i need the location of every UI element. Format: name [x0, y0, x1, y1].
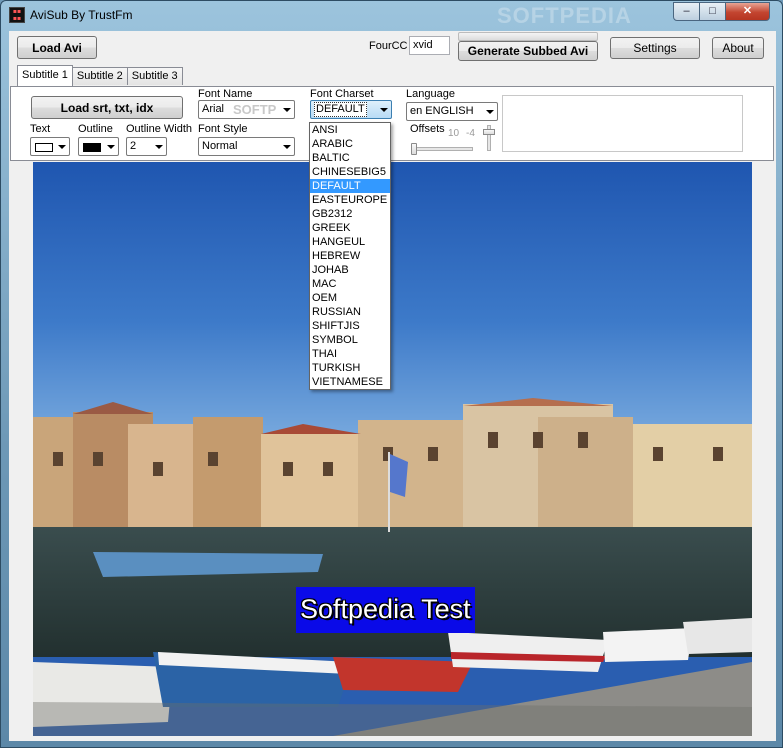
charset-option[interactable]: THAI	[310, 347, 390, 361]
chevron-down-icon	[486, 110, 494, 114]
chevron-down-icon	[107, 145, 115, 149]
charset-option[interactable]: VIETNAMESE	[310, 375, 390, 389]
offsets-label: Offsets	[410, 123, 445, 135]
charset-option[interactable]: GB2312	[310, 207, 390, 221]
window-title: AviSub By TrustFm	[30, 8, 133, 22]
window-controls: – □ ✕	[673, 2, 770, 21]
font-name-watermark: SOFTP	[233, 102, 277, 117]
charset-option[interactable]: HEBREW	[310, 249, 390, 263]
chevron-down-icon	[155, 145, 163, 149]
charset-option[interactable]: EASTEUROPE	[310, 193, 390, 207]
charset-option[interactable]: DEFAULT	[310, 179, 390, 193]
subtitle-tabs: Subtitle 1 Subtitle 2 Subtitle 3	[17, 65, 183, 87]
charset-option[interactable]: RUSSIAN	[310, 305, 390, 319]
charset-option[interactable]: HANGEUL	[310, 235, 390, 249]
minimize-icon: –	[683, 5, 690, 17]
charset-option[interactable]: CHINESEBIG5	[310, 165, 390, 179]
font-charset-value: DEFAULT	[314, 102, 367, 117]
subtitle-overlay-text: Softpedia Test	[296, 587, 475, 633]
outline-color-select[interactable]	[78, 137, 119, 156]
progress-bar	[458, 32, 598, 41]
close-button[interactable]: ✕	[726, 2, 770, 21]
charset-option[interactable]: GREEK	[310, 221, 390, 235]
charset-option[interactable]: ARABIC	[310, 137, 390, 151]
load-avi-button[interactable]: Load Avi	[17, 36, 97, 59]
chevron-down-icon	[283, 145, 291, 149]
language-label: Language	[406, 88, 455, 100]
fourcc-input[interactable]: xvid	[409, 36, 450, 55]
font-charset-dropdown-list[interactable]: ANSI ARABIC BALTIC CHINESEBIG5 DEFAULT EASTEU…	[309, 122, 391, 390]
app-icon[interactable]: ▪▪ ▪▪	[9, 7, 25, 23]
outline-width-select[interactable]: 2	[126, 137, 167, 156]
charset-option[interactable]: OEM	[310, 291, 390, 305]
offset-x-slider-thumb[interactable]	[411, 143, 417, 155]
generate-subbed-avi-button[interactable]: Generate Subbed Avi	[458, 41, 598, 61]
outline-color-label: Outline	[78, 123, 113, 135]
font-name-label: Font Name	[198, 88, 253, 100]
charset-option[interactable]: SYMBOL	[310, 333, 390, 347]
tab-subtitle-1[interactable]: Subtitle 1	[17, 65, 73, 86]
chevron-down-icon	[58, 145, 66, 149]
outline-width-label: Outline Width	[126, 123, 193, 135]
minimize-button[interactable]: –	[673, 2, 700, 21]
harbor-photo	[33, 162, 752, 736]
chevron-down-icon	[283, 108, 291, 112]
charset-option[interactable]: BALTIC	[310, 151, 390, 165]
video-preview: Softpedia Test	[33, 162, 752, 736]
charset-option[interactable]: TURKISH	[310, 361, 390, 375]
main-area: Load Avi FourCC xvid Generate Subbed Avi…	[9, 31, 776, 741]
maximize-button[interactable]: □	[700, 2, 726, 21]
outline-width-value: 2	[130, 140, 137, 152]
language-select[interactable]: en ENGLISH	[406, 102, 498, 121]
maximize-icon: □	[709, 5, 716, 17]
text-color-label: Text	[30, 123, 51, 135]
outline-color-swatch	[83, 143, 101, 152]
tab-subtitle-3[interactable]: Subtitle 3	[126, 67, 183, 85]
font-style-select[interactable]: Normal	[198, 137, 295, 156]
font-charset-label: Font Charset	[310, 88, 374, 100]
close-icon: ✕	[742, 5, 753, 17]
language-value: en ENGLISH	[410, 105, 474, 117]
offset-x-value: 10	[448, 128, 460, 139]
offset-y-slider-thumb[interactable]	[483, 129, 495, 135]
offset-y-value: -4	[466, 128, 475, 139]
charset-option[interactable]: MAC	[310, 277, 390, 291]
font-style-label: Font Style	[198, 123, 248, 135]
charset-option[interactable]: SHIFTJIS	[310, 319, 390, 333]
font-charset-select[interactable]: DEFAULT	[310, 100, 392, 119]
font-style-value: Normal	[202, 140, 238, 152]
title-bar[interactable]: ▪▪ ▪▪ AviSub By TrustFm SOFTPEDIA – □ ✕	[1, 1, 782, 29]
font-name-select[interactable]: Arial SOFTP	[198, 100, 295, 119]
about-button[interactable]: About	[712, 37, 764, 59]
charset-option[interactable]: JOHAB	[310, 263, 390, 277]
subtitle-preview-box[interactable]	[502, 95, 743, 152]
charset-option[interactable]: ANSI	[310, 123, 390, 137]
fourcc-label: FourCC	[369, 40, 408, 52]
text-color-swatch	[35, 143, 53, 152]
chevron-down-icon	[380, 108, 388, 112]
subtitle-settings-panel: Load srt, txt, idx Font Name Arial SOFTP…	[10, 86, 774, 161]
app-window: ▪▪ ▪▪ AviSub By TrustFm SOFTPEDIA – □ ✕ L…	[0, 0, 783, 748]
font-name-value: Arial	[202, 103, 225, 115]
settings-button[interactable]: Settings	[610, 37, 700, 59]
offset-x-slider[interactable]	[411, 147, 473, 151]
text-color-select[interactable]	[30, 137, 70, 156]
watermark-logo: SOFTPEDIA	[497, 3, 632, 28]
tab-subtitle-2[interactable]: Subtitle 2	[71, 67, 128, 85]
load-subtitles-button[interactable]: Load srt, txt, idx	[31, 96, 183, 119]
